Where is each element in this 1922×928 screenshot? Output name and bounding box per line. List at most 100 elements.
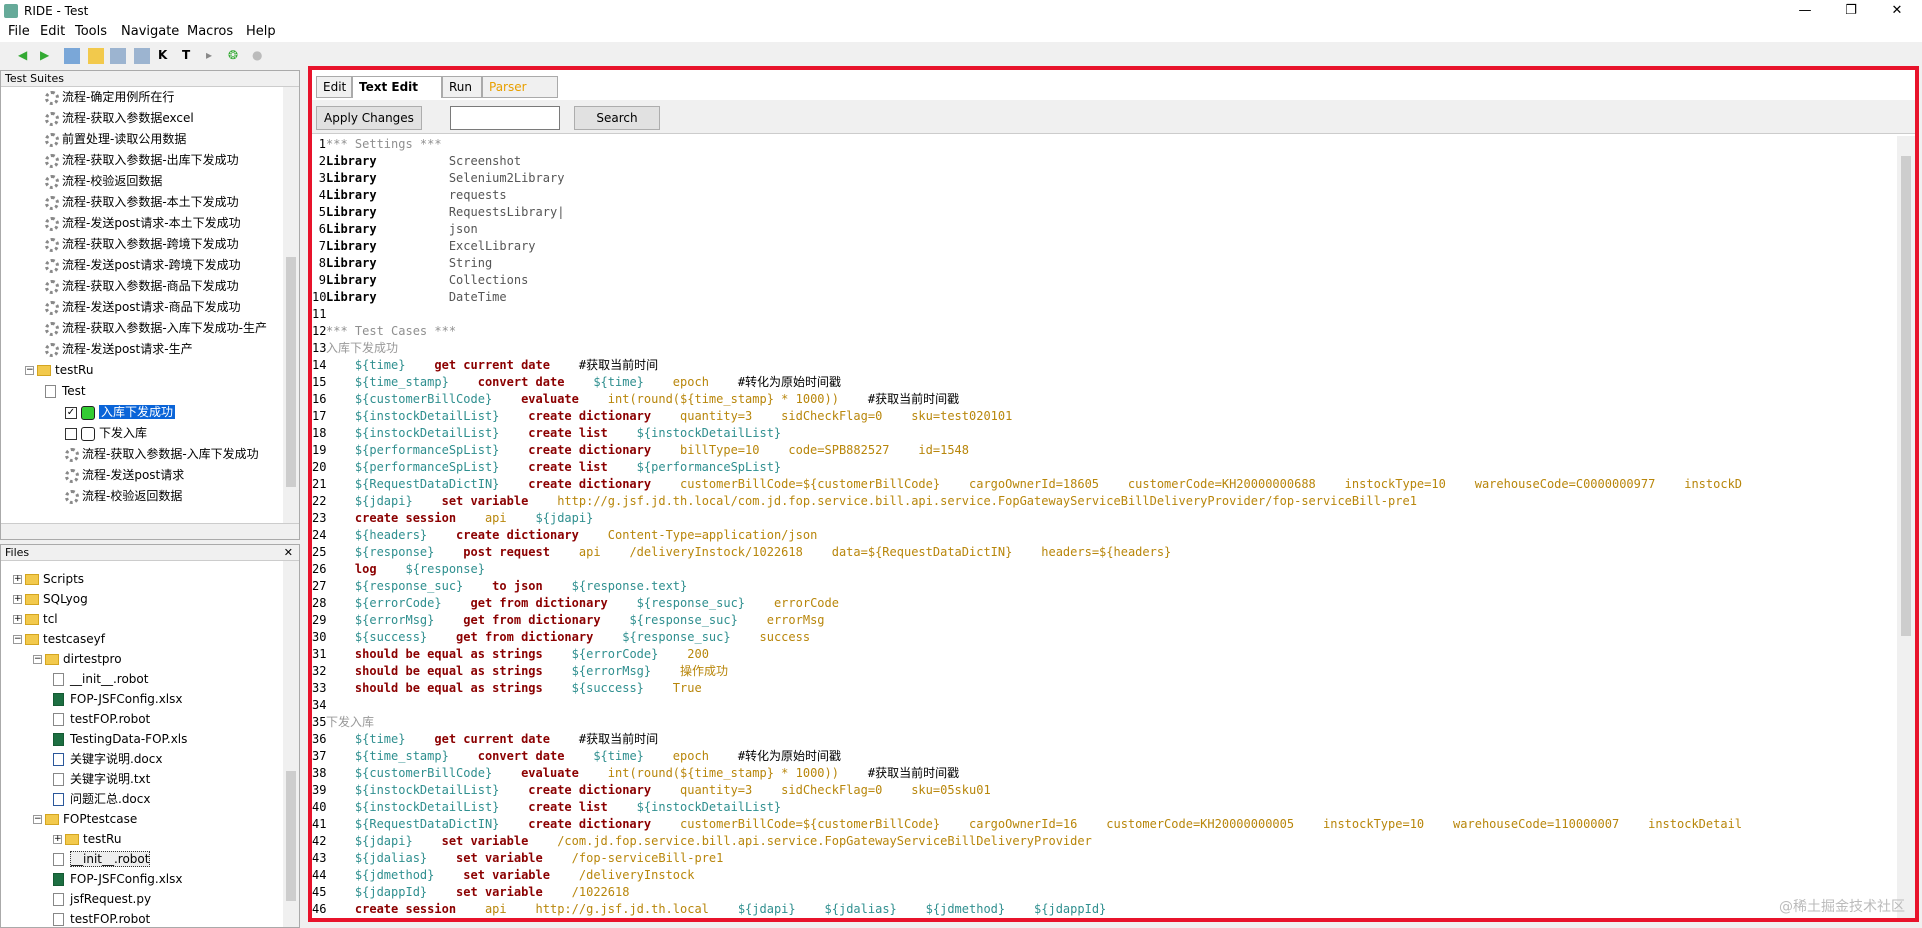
stop-icon[interactable]: ● <box>252 48 268 64</box>
suite-tree-item[interactable]: 下发入库 <box>65 423 147 444</box>
close-button[interactable]: ✕ <box>1874 0 1920 22</box>
suite-tree-item[interactable]: ✓ 入库下发成功 <box>65 402 176 423</box>
files-tree-item[interactable]: 问题汇总.docx <box>53 789 150 810</box>
code-token: Library <box>326 273 377 287</box>
tab-text-edit[interactable]: Text Edit ✕ <box>352 76 442 114</box>
new-folder-icon[interactable] <box>88 48 104 64</box>
expand-icon[interactable]: + <box>13 595 22 604</box>
suite-tree-item[interactable]: 流程-发送post请求-跨境下发成功 <box>45 255 241 276</box>
suite-tree-item[interactable]: 流程-发送post请求-生产 <box>45 339 193 360</box>
suite-tree-item[interactable]: 流程-获取入参数据-入库下发成功-生产 <box>45 318 267 339</box>
watermark: @稀土掘金技术社区 <box>1779 899 1905 915</box>
search-input[interactable] <box>450 106 560 130</box>
suite-tree-item[interactable]: Test <box>45 381 86 402</box>
collapse-icon[interactable]: − <box>25 366 34 375</box>
maximize-button[interactable]: ❐ <box>1828 0 1874 22</box>
suite-tree-scrollbar[interactable] <box>283 87 299 523</box>
files-tree-item[interactable]: testFOP.robot <box>53 709 150 730</box>
suite-tree-item-label: 流程-获取入参数据-入库下发成功 <box>82 447 259 461</box>
save-all-icon[interactable] <box>134 48 150 64</box>
expand-icon[interactable]: − <box>13 635 22 644</box>
menu-navigate[interactable]: Navigate <box>121 24 179 39</box>
suite-tree-item[interactable]: − testRu <box>25 360 93 381</box>
suite-tree-item[interactable]: 流程-发送post请求-本土下发成功 <box>45 213 241 234</box>
back-icon[interactable]: ◀ <box>18 48 34 64</box>
code-token: ${time} <box>564 375 644 389</box>
menu-help[interactable]: Help <box>246 24 276 39</box>
editor-scrollbar[interactable] <box>1897 136 1915 918</box>
menu-tools[interactable]: Tools <box>75 24 107 39</box>
files-tree-item[interactable]: − FOPtestcase <box>33 809 137 830</box>
checkbox[interactable] <box>65 427 77 440</box>
expand-icon[interactable]: − <box>33 655 42 664</box>
code-token: ${errorCode} <box>542 647 659 661</box>
files-tree-item[interactable]: testFOP.robot <box>53 909 150 927</box>
files-tree-item[interactable]: + Scripts <box>13 569 84 590</box>
open-folder-icon[interactable] <box>64 48 80 64</box>
expand-icon[interactable]: + <box>13 575 22 584</box>
search-button[interactable]: Search <box>574 106 660 130</box>
code-line: 26 log ${response} <box>312 561 485 578</box>
keyword-gear-icon <box>45 258 59 273</box>
tab-edit[interactable]: Edit <box>316 76 352 98</box>
suite-tree-hscrollbar[interactable] <box>1 523 299 539</box>
code-token: Library <box>326 239 377 253</box>
code-line: 33 should be equal as strings ${success}… <box>312 680 702 697</box>
files-tree-item[interactable]: + tcl <box>13 609 58 630</box>
code-token: ${jdmethod} <box>326 868 435 882</box>
files-tree-item[interactable]: jsfRequest.py <box>53 889 151 910</box>
files-tree-item[interactable]: FOP-JSFConfig.xlsx <box>53 689 182 710</box>
code-token: post request <box>434 545 550 559</box>
keyword-search-icon[interactable]: K <box>158 48 174 64</box>
test-search-icon[interactable]: T <box>182 48 198 64</box>
tab-parser-log[interactable]: Parser Log <box>482 76 558 114</box>
code-token: /deliveryInstock <box>549 868 695 882</box>
files-tree-item[interactable]: − testcaseyf <box>13 629 105 650</box>
code-token: create session <box>326 902 457 916</box>
suite-tree-item[interactable]: 流程-校验返回数据 <box>65 486 182 507</box>
debug-icon[interactable]: ❂ <box>228 48 244 64</box>
files-tree-item[interactable]: + SQLyog <box>13 589 88 610</box>
code-line: 19 ${performanceSpList} create dictionar… <box>312 442 969 459</box>
files-tree-item[interactable]: 关键字说明.docx <box>53 749 162 770</box>
suite-tree-item[interactable]: 流程-获取入参数据-出库下发成功 <box>45 150 239 171</box>
files-tree-item[interactable]: __init__.robot <box>53 669 148 690</box>
close-panel-icon[interactable]: ✕ <box>284 545 293 561</box>
expand-icon[interactable]: − <box>33 815 42 824</box>
files-tree-item[interactable]: 关键字说明.txt <box>53 769 150 790</box>
code-token: #转化为原始时间戳 <box>708 375 842 389</box>
files-tree-item[interactable]: TestingData-FOP.xls <box>53 729 187 750</box>
expand-icon[interactable]: + <box>53 835 62 844</box>
files-tree-item[interactable]: − dirtestpro <box>33 649 122 670</box>
menu-edit[interactable]: Edit <box>40 24 65 39</box>
suite-tree-item[interactable]: 流程-发送post请求-商品下发成功 <box>45 297 241 318</box>
tab-run[interactable]: Run <box>442 76 482 98</box>
menu-file[interactable]: File <box>8 24 30 39</box>
suite-tree-item[interactable]: 流程-获取入参数据-商品下发成功 <box>45 276 239 297</box>
menu-macros[interactable]: Macros <box>187 24 233 39</box>
suite-tree-item[interactable]: 流程-获取入参数据-本土下发成功 <box>45 192 239 213</box>
minimize-button[interactable]: — <box>1782 0 1828 22</box>
run-icon[interactable]: ▸ <box>206 48 222 64</box>
line-number: 42 <box>312 834 327 848</box>
suite-tree-item[interactable]: 流程-确定用例所在行 <box>45 87 174 108</box>
suite-tree-item[interactable]: 流程-获取入参数据-入库下发成功 <box>65 444 259 465</box>
save-icon[interactable] <box>110 48 126 64</box>
suite-tree-item[interactable]: 流程-校验返回数据 <box>45 171 162 192</box>
forward-icon[interactable]: ▶ <box>40 48 56 64</box>
files-tree-scrollbar[interactable] <box>283 561 299 927</box>
code-token: ${response_suc} <box>607 596 746 610</box>
suite-tree-item[interactable]: 前置处理-读取公用数据 <box>45 129 186 150</box>
checkbox[interactable]: ✓ <box>65 406 77 419</box>
suite-tree-item[interactable]: 流程-获取入参数据excel <box>45 108 194 129</box>
files-tree-item[interactable]: + testRu <box>53 829 121 850</box>
text-editor[interactable]: 1*** Settings *** 2Library Screenshot 3Lib… <box>312 136 1897 918</box>
code-token: ${headers} <box>326 528 428 542</box>
files-tree-item[interactable]: FOP-JSFConfig.xlsx <box>53 869 182 890</box>
expand-icon[interactable]: + <box>13 615 22 624</box>
files-tree-item[interactable]: __init__.robot <box>53 849 151 870</box>
suite-tree-item[interactable]: 流程-获取入参数据-跨境下发成功 <box>45 234 239 255</box>
code-line: 18 ${instockDetailList} create list ${in… <box>312 425 781 442</box>
apply-changes-button[interactable]: Apply Changes <box>316 106 422 130</box>
suite-tree-item[interactable]: 流程-发送post请求 <box>65 465 184 486</box>
